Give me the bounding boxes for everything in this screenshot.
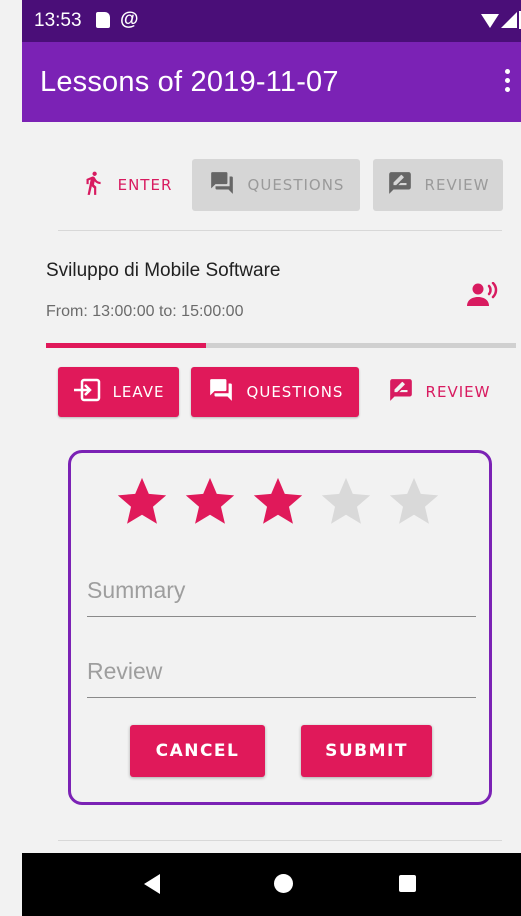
review-form: CANCEL SUBMIT — [68, 450, 492, 805]
at-sign-icon: @ — [120, 9, 139, 30]
divider — [58, 230, 502, 231]
questions-label: QUESTIONS — [246, 383, 344, 401]
navigation-bar — [22, 853, 521, 916]
forum-icon — [208, 170, 236, 200]
star-empty-icon[interactable] — [385, 473, 443, 531]
star-filled-icon[interactable] — [181, 473, 239, 531]
review-button-disabled[interactable]: REVIEW — [373, 159, 503, 211]
app-bar: Lessons of 2019-11-07 — [22, 42, 521, 122]
cancel-button[interactable]: CANCEL — [130, 725, 265, 777]
lesson-progress-bar — [46, 343, 516, 348]
rate-review-icon — [387, 170, 413, 200]
forum-icon — [207, 377, 235, 407]
home-icon[interactable] — [274, 874, 293, 893]
rate-review-icon — [388, 377, 414, 407]
lesson-progress-fill — [46, 343, 206, 348]
app-screen: 13:53 @ Lessons of 2019-11-07 ENTER QUES… — [22, 0, 521, 916]
leave-button[interactable]: LEAVE — [58, 367, 179, 417]
star-rating[interactable] — [113, 473, 453, 535]
exit-icon — [73, 378, 101, 406]
back-icon[interactable] — [144, 874, 160, 894]
star-empty-icon[interactable] — [317, 473, 375, 531]
questions-button-disabled[interactable]: QUESTIONS — [192, 159, 360, 211]
signal-icon — [501, 12, 517, 28]
summary-field[interactable] — [87, 565, 476, 617]
enter-label: ENTER — [117, 176, 173, 194]
review-label: REVIEW — [424, 176, 490, 194]
submit-button[interactable]: SUBMIT — [301, 725, 432, 777]
wifi-icon — [481, 14, 499, 28]
status-bar: 13:53 @ — [22, 0, 521, 42]
review-field[interactable] — [87, 646, 476, 698]
more-vert-icon[interactable] — [505, 69, 511, 95]
divider — [58, 840, 502, 841]
sd-card-icon — [96, 12, 110, 28]
questions-label: QUESTIONS — [247, 176, 345, 194]
summary-input[interactable] — [87, 573, 476, 607]
record-voice-icon[interactable] — [467, 281, 499, 308]
lesson-time: From: 13:00:00 to: 15:00:00 — [46, 303, 244, 320]
review-button[interactable]: REVIEW — [376, 367, 502, 417]
enter-button[interactable]: ENTER — [62, 159, 190, 211]
leave-label: LEAVE — [112, 383, 165, 401]
recent-apps-icon[interactable] — [399, 875, 416, 892]
review-input[interactable] — [87, 654, 476, 688]
page-title: Lessons of 2019-11-07 — [40, 66, 339, 98]
run-icon — [80, 168, 106, 202]
status-time: 13:53 — [34, 10, 82, 31]
lessons-list: ENTER QUESTIONS REVIEW Sviluppo di Mobil… — [22, 122, 521, 853]
review-label: REVIEW — [425, 383, 491, 401]
star-filled-icon[interactable] — [113, 473, 171, 531]
questions-button[interactable]: QUESTIONS — [191, 367, 359, 417]
star-filled-icon[interactable] — [249, 473, 307, 531]
lesson-title: Sviluppo di Mobile Software — [46, 260, 281, 281]
